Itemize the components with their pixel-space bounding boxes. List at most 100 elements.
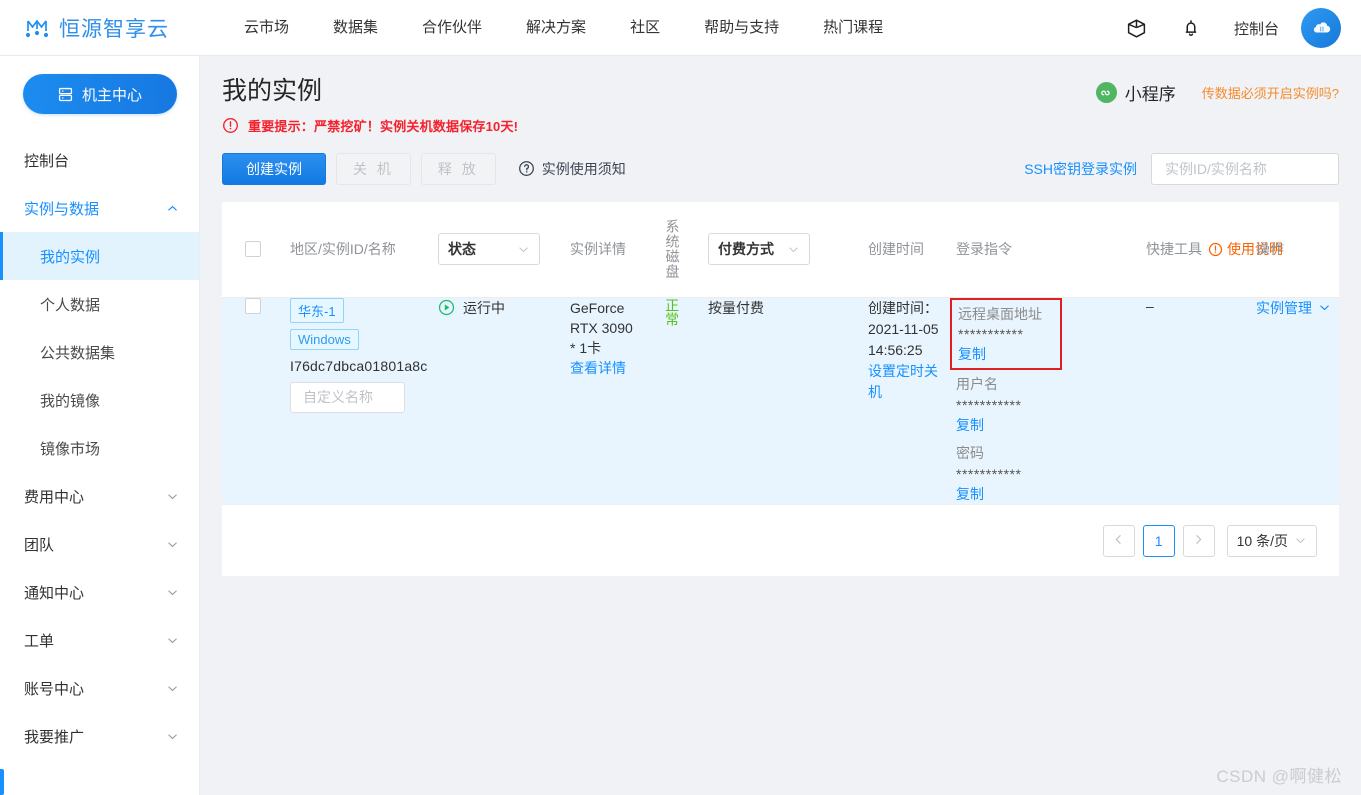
sidebar-label-notification-center: 通知中心	[24, 584, 85, 602]
chevron-down-icon	[166, 634, 179, 647]
nav-item-solutions[interactable]: 解决方案	[504, 0, 608, 56]
row-create-time-cell: 创建时间： 2021-11-05 14:56:25 设置定时关机	[862, 298, 950, 505]
avatar[interactable]	[1301, 8, 1341, 48]
create-instance-button[interactable]: 创建实例	[222, 152, 326, 185]
instance-usage-notice-link[interactable]: 实例使用须知	[518, 159, 626, 179]
password-group: 密码 *********** 复制	[956, 443, 1062, 504]
search-box[interactable]	[1151, 152, 1339, 185]
instance-state: 运行中	[438, 298, 505, 318]
chevron-down-icon	[166, 586, 179, 599]
sidebar-label-tickets: 工单	[24, 632, 55, 650]
username-value: ***********	[956, 396, 1022, 413]
username-label: 用户名	[956, 376, 998, 393]
miniapp-icon	[1095, 82, 1117, 103]
header-state-filter-cell: 状态	[432, 233, 564, 265]
copy-remote-desktop-link[interactable]: 复制	[958, 344, 1054, 364]
row-checkbox[interactable]	[245, 297, 261, 314]
search-input[interactable]	[1163, 159, 1327, 178]
sidebar-label-my-instances: 我的实例	[40, 248, 101, 266]
sidebar-item-billing-center[interactable]: 费用中心	[0, 472, 199, 520]
create-time-label: 创建时间：	[868, 299, 938, 316]
pagination-prev-button[interactable]	[1102, 524, 1135, 557]
chevron-down-icon	[166, 682, 179, 695]
header-select-all-cell	[222, 241, 284, 257]
pay-mode-filter-label: 付费方式	[718, 241, 774, 257]
mining-warning-banner: 重要提示：严禁挖矿！实例关机数据保存10天!	[222, 116, 1339, 135]
sidebar-item-notification-center[interactable]: 通知中心	[0, 568, 199, 616]
copy-username-link[interactable]: 复制	[956, 415, 1062, 435]
state-filter-label: 状态	[448, 241, 476, 257]
sidebar-item-personal-data[interactable]: 个人数据	[0, 280, 199, 328]
instance-id: I76dc7dbca01801a8c	[290, 357, 428, 374]
header-login-command: 登录指令	[956, 241, 1012, 257]
row-detail-cell: GeForce RTX 3090 * 1卡 查看详情	[564, 298, 642, 505]
sidebar-label-image-market: 镜像市场	[40, 440, 101, 458]
question-circle-icon	[518, 160, 535, 177]
chevron-down-icon	[166, 490, 179, 503]
header-instance-detail: 实例详情	[570, 241, 626, 257]
chevron-up-icon	[166, 202, 179, 215]
nav-item-cloud-market[interactable]: 云市场	[222, 0, 311, 56]
mining-warning-text: 重要提示：严禁挖矿！实例关机数据保存10天!	[248, 118, 519, 134]
sidebar-item-public-datasets[interactable]: 公共数据集	[0, 328, 199, 376]
sidebar-item-team[interactable]: 团队	[0, 520, 199, 568]
region-tag-wrap: 华东-1	[290, 297, 428, 329]
sidebar-label-my-images: 我的镜像	[40, 392, 101, 410]
owner-center-button[interactable]: 机主中心	[22, 74, 177, 114]
nav-item-partners[interactable]: 合作伙伴	[400, 0, 504, 56]
instance-manage-dropdown[interactable]: 实例管理	[1256, 298, 1331, 318]
pagination-next-button[interactable]	[1182, 524, 1215, 557]
header-system-disk-label: 系统磁盘	[664, 219, 681, 279]
pagination-page-1[interactable]: 1	[1142, 524, 1175, 557]
scheduled-shutdown-link[interactable]: 设置定时关机	[868, 361, 944, 403]
instance-manage-label: 实例管理	[1256, 299, 1312, 316]
sidebar-item-instances-and-data[interactable]: 实例与数据	[0, 184, 199, 232]
sidebar-item-console[interactable]: 控制台	[0, 136, 199, 184]
login-credentials-group: 远程桌面地址 *********** 复制 用户名 *********** 复制…	[950, 297, 1062, 505]
region-id-name-group: 华东-1 Windows I76dc7dbca01801a8c	[290, 297, 428, 413]
header-pay-filter-cell: 付费方式	[702, 233, 862, 265]
chevron-down-icon	[1294, 534, 1307, 547]
mini-app-entry[interactable]: 小程序	[1095, 80, 1176, 105]
sidebar-item-my-images[interactable]: 我的镜像	[0, 376, 199, 424]
nav-item-popular-courses[interactable]: 热门课程	[801, 0, 905, 56]
instance-name-field[interactable]	[290, 381, 405, 413]
nav-item-help-support[interactable]: 帮助与支持	[682, 0, 801, 56]
nav-item-community[interactable]: 社区	[608, 0, 682, 56]
view-detail-link[interactable]: 查看详情	[570, 358, 636, 378]
table-row: 华东-1 Windows I76dc7dbca01801a8c 自定义名称 运行…	[222, 297, 1339, 505]
page-size-select[interactable]: 10 条/页	[1226, 524, 1317, 557]
brand-logo-group[interactable]: 恒源智享云	[24, 13, 200, 43]
sidebar-label-console: 控制台	[24, 152, 70, 170]
play-circle-icon	[438, 299, 455, 316]
state-filter-select[interactable]: 状态	[438, 233, 540, 265]
data-transfer-question-link[interactable]: 传数据必须开启实例吗?	[1202, 83, 1339, 102]
shutdown-button[interactable]: 关 机	[336, 152, 411, 185]
alert-circle-icon	[222, 117, 239, 134]
password-label: 密码	[956, 445, 984, 462]
nav-item-datasets[interactable]: 数据集	[311, 0, 400, 56]
cube-icon[interactable]	[1122, 13, 1152, 43]
pay-mode: 按量付费	[708, 299, 764, 316]
top-nav-items: 云市场 数据集 合作伙伴 解决方案 社区 帮助与支持 热门课程	[222, 0, 905, 56]
select-all-checkbox[interactable]	[245, 241, 261, 257]
cloud-avatar-icon	[1311, 16, 1332, 40]
chevron-right-icon	[1192, 533, 1205, 549]
sidebar-item-tickets[interactable]: 工单	[0, 616, 199, 664]
sidebar-item-my-instances[interactable]: 我的实例	[0, 232, 199, 280]
pay-mode-filter-select[interactable]: 付费方式	[708, 233, 810, 265]
header-action: 操作	[1256, 241, 1284, 257]
console-link[interactable]: 控制台	[1234, 18, 1279, 39]
bell-icon[interactable]	[1176, 13, 1206, 43]
row-select-cell	[222, 297, 284, 505]
sidebar-item-account-center[interactable]: 账号中心	[0, 664, 199, 712]
sidebar-item-promotion[interactable]: 我要推广	[0, 712, 199, 760]
sidebar-item-image-market[interactable]: 镜像市场	[0, 424, 199, 472]
ssh-key-login-link[interactable]: SSH密钥登录实例	[1024, 159, 1137, 179]
copy-password-link[interactable]: 复制	[956, 484, 1062, 504]
release-button[interactable]: 释 放	[420, 152, 496, 185]
row-region-id-name-cell: 华东-1 Windows I76dc7dbca01801a8c	[284, 297, 432, 505]
page-header-right: 小程序 传数据必须开启实例吗?	[1095, 80, 1339, 105]
instance-name-input[interactable]	[301, 388, 394, 406]
app-root: 恒源智享云 云市场 数据集 合作伙伴 解决方案 社区 帮助与支持 热门课程 控制…	[0, 0, 1361, 795]
